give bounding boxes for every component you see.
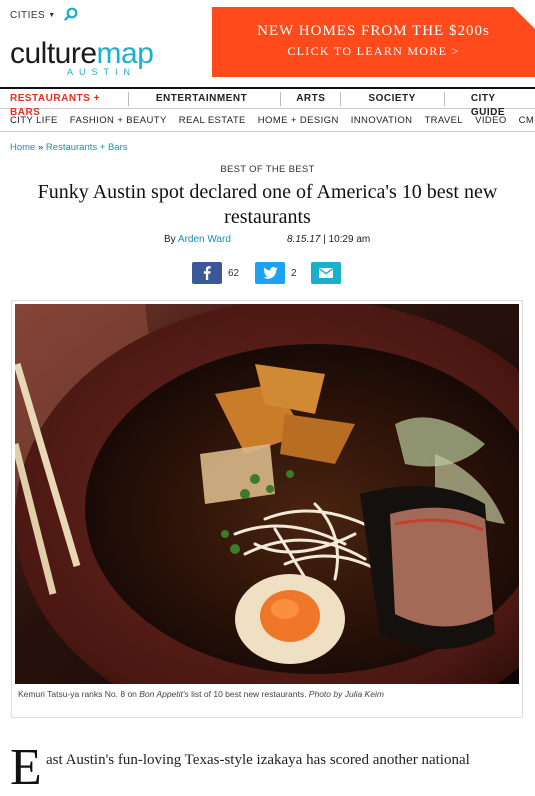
- nav-travel[interactable]: TRAVEL: [418, 115, 469, 126]
- ramen-photo: [15, 304, 519, 684]
- nav-society[interactable]: SOCIETY: [340, 91, 443, 106]
- culturemap-logo[interactable]: culturemap AUSTIN: [10, 37, 154, 78]
- article-photo-figure: Kemuri Tatsu-ya ranks No. 8 on Bon Appet…: [11, 300, 523, 718]
- caption-text-b: list of 10 best new restaurants.: [188, 689, 309, 699]
- envelope-icon[interactable]: [319, 268, 333, 278]
- logo-word-map[interactable]: map: [97, 37, 154, 70]
- nav-innovation[interactable]: INNOVATION: [345, 115, 419, 126]
- article-body-first-line: ast Austin's fun-loving Texas-style izak…: [46, 752, 470, 768]
- nav-home-design[interactable]: HOME + DESIGN: [252, 115, 345, 126]
- twitter-share[interactable]: 2: [255, 262, 297, 284]
- breadcrumb-home[interactable]: Home: [10, 142, 35, 153]
- photo-caption: Kemuri Tatsu-ya ranks No. 8 on Bon Appet…: [18, 689, 384, 699]
- caption-text-a: Kemuri Tatsu-ya ranks No. 8 on: [18, 689, 140, 699]
- article-kicker: BEST OF THE BEST: [220, 164, 315, 175]
- publish-date: 8.15.17: [287, 234, 321, 245]
- cities-label[interactable]: CITIES: [10, 10, 45, 21]
- logo-word-culture[interactable]: culture: [10, 37, 97, 70]
- twitter-share-count: 2: [291, 267, 297, 279]
- facebook-share-count: 62: [228, 267, 240, 279]
- search-icon[interactable]: [64, 7, 78, 21]
- primary-nav: RESTAURANTS + BARS ENTERTAINMENT ARTS SO…: [0, 87, 535, 118]
- facebook-share[interactable]: 62: [192, 262, 239, 284]
- ad-corner-fold: [513, 7, 535, 29]
- ad-headline[interactable]: NEW HOMES FROM THE $200s: [212, 23, 535, 40]
- twitter-icon[interactable]: [262, 267, 278, 279]
- breadcrumb-section[interactable]: Restaurants + Bars: [46, 142, 128, 153]
- caption-publication: Bon Appetit's: [139, 689, 189, 699]
- nav-video[interactable]: VIDEO: [469, 115, 513, 126]
- email-share[interactable]: [311, 262, 341, 284]
- email-share-button[interactable]: [311, 262, 341, 284]
- nav-cm-events[interactable]: CM EV: [513, 115, 535, 126]
- byline-prefix: By: [164, 234, 176, 245]
- photo-credit: Photo by Julia Keim: [308, 689, 384, 699]
- secondary-nav: CITY LIFE FASHION + BEAUTY REAL ESTATE H…: [0, 110, 535, 132]
- chevron-down-icon[interactable]: ▼: [48, 12, 55, 19]
- nav-restaurants-bars[interactable]: RESTAURANTS + BARS: [0, 92, 128, 118]
- breadcrumb: Home » Restaurants + Bars: [10, 142, 128, 153]
- twitter-share-button[interactable]: [255, 262, 285, 284]
- ad-cta[interactable]: CLICK TO LEARN MORE >: [212, 44, 535, 59]
- ramen-photo-illustration: [15, 304, 519, 684]
- nav-entertainment[interactable]: ENTERTAINMENT: [127, 91, 280, 106]
- nav-city-guide[interactable]: CITY GUIDE: [443, 91, 535, 118]
- ad-banner[interactable]: NEW HOMES FROM THE $200s CLICK TO LEARN …: [212, 7, 535, 77]
- facebook-icon[interactable]: [203, 266, 211, 280]
- breadcrumb-separator: »: [37, 142, 44, 153]
- byline-author-line: By Arden Ward: [164, 234, 231, 245]
- nav-city-life[interactable]: CITY LIFE: [0, 115, 64, 126]
- author-link[interactable]: Arden Ward: [178, 234, 231, 245]
- facebook-share-button[interactable]: [192, 262, 222, 284]
- article-headline: Funky Austin spot declared one of Americ…: [37, 181, 498, 228]
- publish-date-line: 8.15.17 | 10:29 am: [287, 234, 371, 245]
- nav-arts[interactable]: ARTS: [280, 91, 340, 106]
- nav-fashion-beauty[interactable]: FASHION + BEAUTY: [64, 115, 173, 126]
- cities-dropdown[interactable]: CITIES ▼: [10, 10, 56, 21]
- publish-time: 10:29 am: [328, 234, 371, 245]
- nav-real-estate[interactable]: REAL ESTATE: [173, 115, 252, 126]
- drop-cap: E: [10, 739, 42, 796]
- site-header: CITIES ▼ culturemap AUSTIN NEW HOMES FRO…: [0, 0, 535, 88]
